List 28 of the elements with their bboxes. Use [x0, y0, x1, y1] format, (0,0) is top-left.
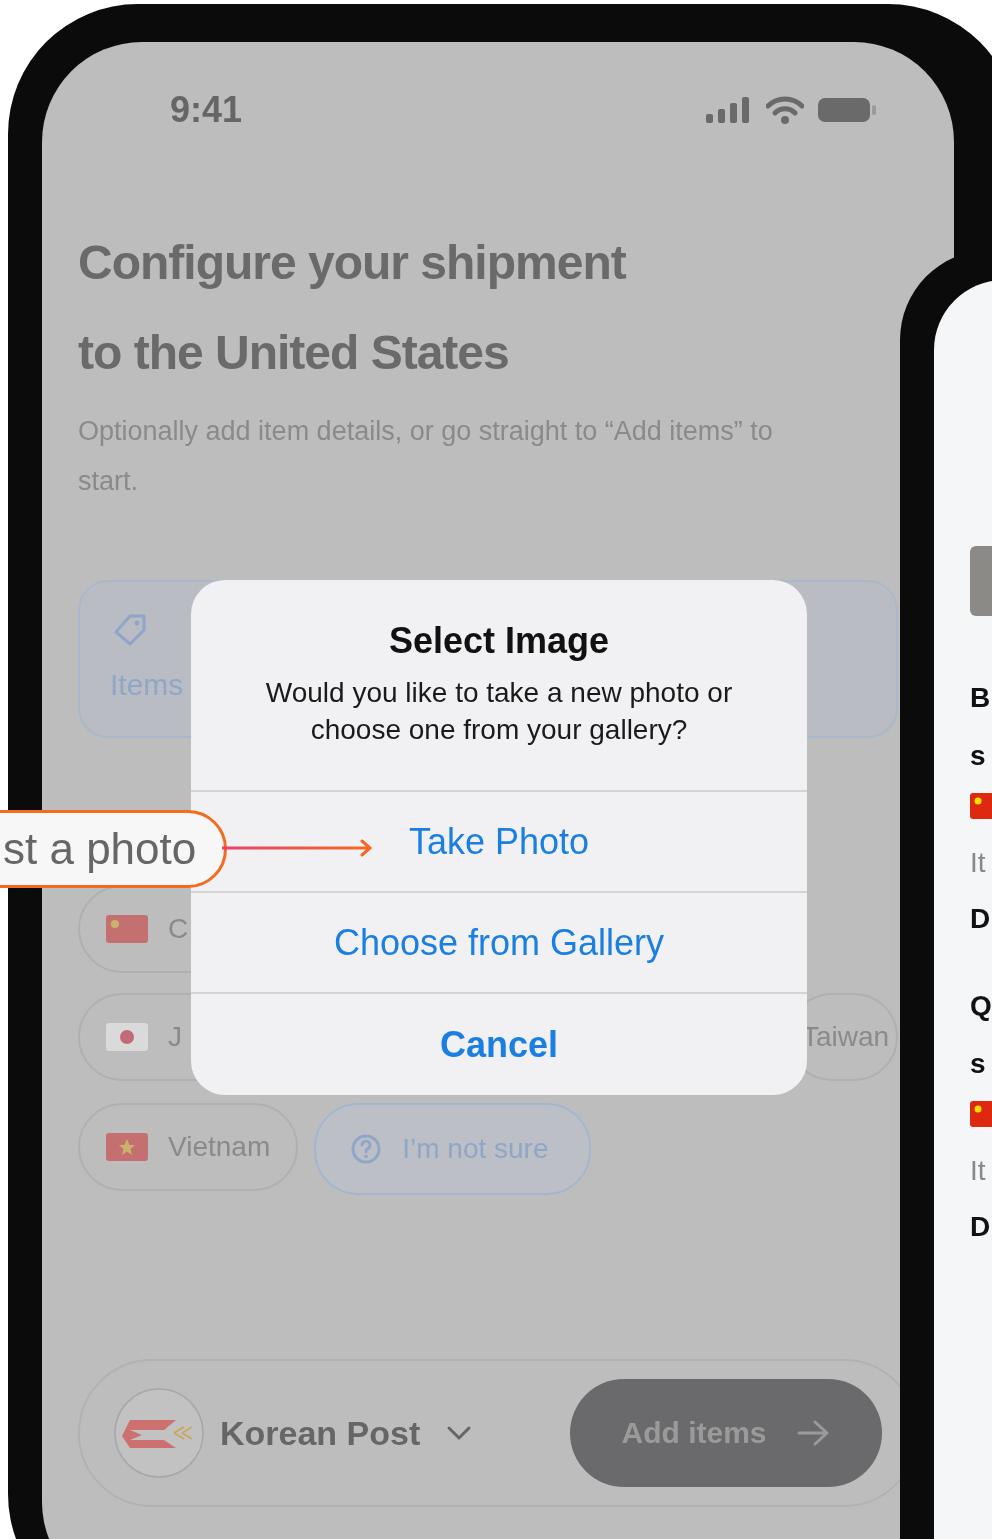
item-title-fragment: B	[970, 681, 991, 715]
item-label-fragment: It	[970, 1154, 986, 1188]
battery-icon	[818, 97, 878, 123]
flag-icon	[106, 1133, 148, 1161]
item-label-fragment: It	[970, 846, 986, 880]
question-icon	[350, 1133, 383, 1165]
callout-tooltip: st a photo	[0, 810, 228, 888]
item-title-fragment: s	[970, 739, 986, 773]
wifi-icon	[766, 96, 804, 124]
arrow-right-icon	[796, 1419, 831, 1447]
signal-icon	[706, 97, 752, 123]
item-title-fragment: s	[970, 1047, 986, 1081]
flag-icon	[970, 793, 992, 819]
dialog-message: Would you like to take a new photo or choose one from your gallery?	[264, 676, 734, 747]
dialog-title: Select Image	[388, 620, 610, 662]
flag-icon	[106, 1023, 148, 1051]
dialog-action[interactable]: Choose from Gallery	[191, 893, 807, 995]
tag-icon	[112, 612, 148, 648]
post-logo-icon	[114, 1388, 204, 1478]
item-value-fragment: D	[970, 902, 991, 936]
item-value-fragment: D	[970, 1210, 991, 1244]
flag-icon	[970, 1101, 992, 1127]
flag-icon	[106, 915, 148, 943]
item-title-fragment: Q	[970, 989, 992, 1023]
page-title: Configure your shipment to the United States	[78, 235, 628, 381]
carrier-selector[interactable]: Korean Post	[220, 1413, 473, 1453]
status-time: 9:41	[170, 89, 243, 131]
chevron-down-icon	[446, 1425, 473, 1441]
